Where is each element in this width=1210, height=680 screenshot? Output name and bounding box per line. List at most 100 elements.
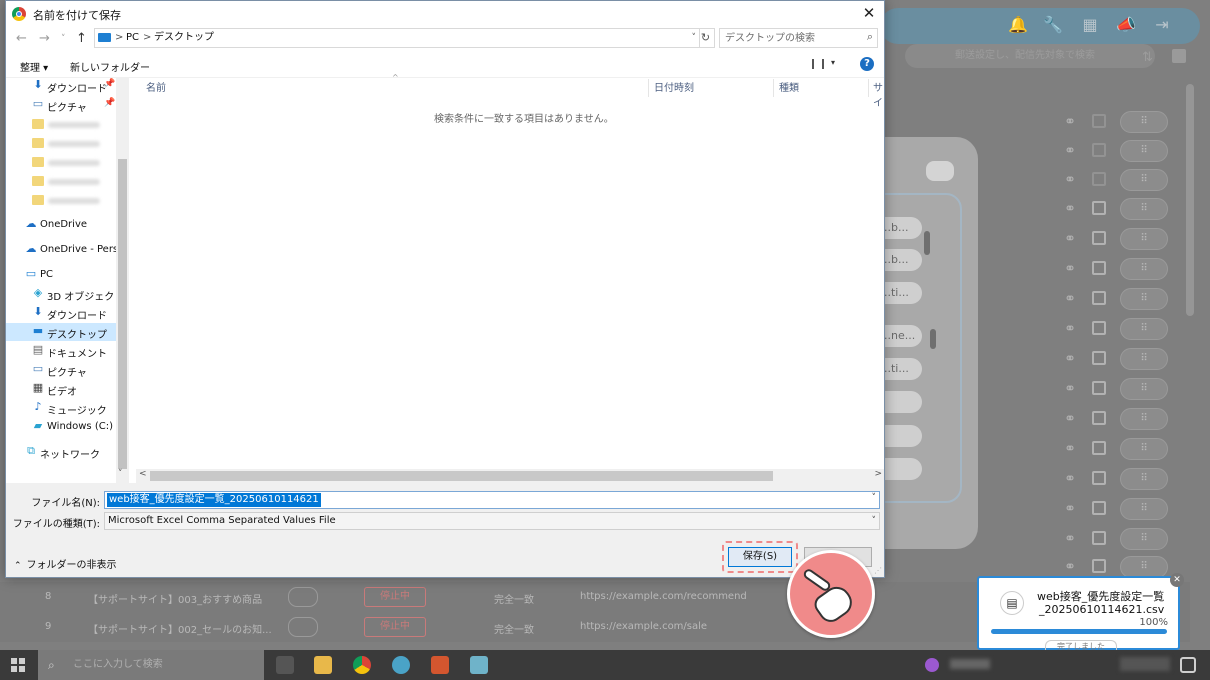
scrollbar[interactable] [930,329,936,349]
drag-handle[interactable]: ⠿ [1120,408,1168,430]
external-link-icon[interactable] [1092,231,1106,245]
breadcrumb-desktop[interactable]: デスクトップ [154,29,214,47]
nav-item-desktop[interactable]: ▬ デスクトップ [6,323,116,341]
task-view-icon[interactable] [276,656,294,674]
drag-handle[interactable]: ⠿ [1120,111,1168,133]
app-icon[interactable] [470,656,488,674]
filename-field[interactable]: web接客_優先度設定一覧_20250610114621 ˅ [104,491,880,509]
search-input[interactable] [725,30,855,46]
powerpoint-icon[interactable] [431,656,449,674]
edge-icon[interactable] [392,656,410,674]
wrench-icon[interactable]: 🔧 [1043,15,1063,35]
file-list-hscroll[interactable]: < > [136,469,884,483]
drag-handle[interactable]: ⠿ [1120,258,1168,280]
drag-handle[interactable]: ⠿ [1120,228,1168,250]
link-icon[interactable]: ⚭ [1060,288,1080,310]
drag-handle[interactable]: ⠿ [1120,198,1168,220]
link-icon[interactable]: ⚭ [1060,258,1080,280]
external-link-icon[interactable] [1092,201,1106,215]
chrome-taskbar-icon[interactable] [353,656,371,674]
help-button[interactable]: ? [860,57,874,71]
new-folder-button[interactable]: 新しいフォルダー [70,59,150,74]
nav-item-pc[interactable]: ▭ PC [6,266,116,284]
link-icon[interactable]: ⚭ [1060,556,1080,578]
drag-handle[interactable]: ⠿ [1120,498,1168,520]
nav-item-pictures-quick[interactable]: ▭ ピクチャ 📌 [6,96,116,115]
external-link-icon[interactable] [1092,291,1106,305]
megaphone-icon[interactable]: 📣 [1116,15,1136,35]
external-link-icon[interactable] [1092,471,1106,485]
nav-item-downloads[interactable]: ⬇ ダウンロード [6,304,116,323]
chevron-down-icon[interactable]: ▾ [831,58,835,67]
external-link-icon[interactable] [1092,531,1106,545]
bell-icon[interactable]: 🔔 [1008,15,1028,35]
filetype-select[interactable]: Microsoft Excel Comma Separated Values F… [104,512,880,530]
folder-search[interactable]: ⌕ [719,28,878,48]
nav-item-onedrive-personal[interactable]: ☁ OneDrive - Personal [6,241,117,259]
folder-item-blurred[interactable] [32,138,104,150]
notification-icon[interactable] [1180,657,1196,673]
external-link-icon[interactable] [1092,261,1106,275]
drag-handle[interactable]: ⠿ [1120,468,1168,490]
column-size[interactable]: サイ [873,79,884,109]
folder-item-blurred[interactable] [32,157,104,169]
taskbar-search[interactable]: ⌕ ここに入力して検索 [38,650,264,680]
external-link-icon[interactable] [1092,143,1106,157]
chevron-right-icon[interactable]: > [874,469,882,479]
column-type[interactable]: 種類 [779,79,799,97]
scrollbar-thumb[interactable] [118,159,127,469]
external-link-icon[interactable] [1092,559,1106,573]
link-icon[interactable]: ⚭ [1060,140,1080,162]
column-divider[interactable] [773,79,774,97]
chevron-down-icon[interactable]: ˅ [692,29,697,47]
drag-handle[interactable]: ⠿ [1120,348,1168,370]
external-link-icon[interactable] [1092,114,1106,128]
link-icon[interactable]: ⚭ [1060,438,1080,460]
drag-handle[interactable]: ⠿ [1120,140,1168,162]
nav-item-network[interactable]: ⧉ ネットワーク [6,443,116,462]
file-explorer-icon[interactable] [314,656,332,674]
pin-icon[interactable]: 📌 [104,79,115,89]
logout-icon[interactable]: ⇥ [1152,15,1172,35]
breadcrumb-pc[interactable]: PC [126,29,139,47]
grid-icon[interactable]: ▦ [1080,15,1100,35]
play-icon[interactable] [1172,49,1186,63]
column-divider[interactable] [868,79,869,97]
organize-menu[interactable]: 整理 ▾ [20,59,48,74]
link-icon[interactable]: ⚭ [1060,348,1080,370]
drag-handle[interactable]: ⠿ [1120,438,1168,460]
forward-arrow-icon[interactable]: → [39,31,50,46]
scrollbar-thumb[interactable] [150,471,773,481]
external-link-icon[interactable] [1092,321,1106,335]
nav-item-pictures[interactable]: ▭ ピクチャ [6,361,116,380]
drag-handle[interactable]: ⠿ [1120,378,1168,400]
column-date[interactable]: 日付時刻 [654,79,694,97]
drag-handle[interactable]: ⠿ [1120,318,1168,340]
nav-item-videos[interactable]: ▦ ビデオ [6,380,116,399]
view-options-icon[interactable] [812,59,824,69]
link-icon[interactable]: ⚭ [1060,468,1080,490]
drag-handle[interactable]: ⠿ [1120,288,1168,310]
external-link-icon[interactable] [1092,381,1106,395]
background-search-input[interactable]: 郵送設定し、配信先対象で検索 [905,44,1155,68]
drag-handle[interactable]: ⠿ [1120,169,1168,191]
copy-button[interactable] [288,587,318,607]
recent-dropdown-icon[interactable]: ˅ [61,34,66,44]
nav-item-windows-c[interactable]: ▰ Windows (C:) [6,418,116,436]
link-icon[interactable]: ⚭ [1060,198,1080,220]
filename-value[interactable]: web接客_優先度設定一覧_20250610114621 [107,493,321,507]
link-icon[interactable]: ⚭ [1060,408,1080,430]
chevron-left-icon[interactable]: < [139,469,147,479]
clock[interactable] [1120,657,1170,671]
folder-item-blurred[interactable] [32,119,104,131]
scrollbar[interactable] [924,231,930,255]
pin-icon[interactable]: 📌 [104,98,115,108]
nav-item-onedrive[interactable]: ☁ OneDrive [6,216,116,234]
nav-item-downloads-quick[interactable]: ⬇ ダウンロード 📌 [6,77,116,96]
link-icon[interactable]: ⚭ [1060,111,1080,133]
chevron-down-icon[interactable]: ˅ [118,469,123,479]
document-icon[interactable] [926,161,954,181]
external-link-icon[interactable] [1092,411,1106,425]
column-divider[interactable] [648,79,649,97]
close-icon[interactable]: ✕ [1170,573,1184,587]
